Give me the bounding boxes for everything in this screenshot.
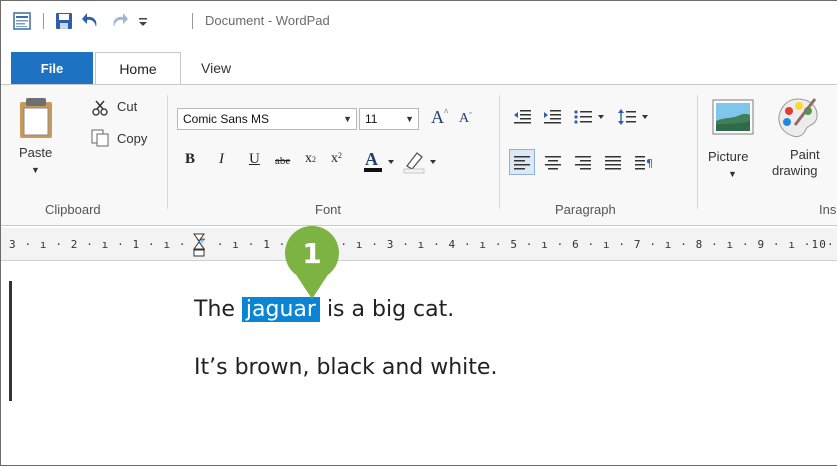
- svg-text:A: A: [365, 149, 378, 169]
- picture-button-label[interactable]: Picture: [708, 149, 748, 164]
- title-separator: [192, 13, 193, 29]
- tab-home[interactable]: Home: [95, 52, 181, 85]
- font-group-label: Font: [315, 202, 342, 217]
- font-family-select[interactable]: Comic Sans MS ▼: [177, 108, 357, 130]
- customize-toolbar-icon[interactable]: [137, 11, 149, 31]
- wordpad-app-icon[interactable]: [13, 11, 31, 31]
- bold-icon[interactable]: B: [185, 151, 195, 168]
- increase-indent-icon[interactable]: [541, 107, 563, 127]
- paragraph-group-label: Paragraph: [555, 202, 616, 217]
- paint-palette-icon[interactable]: [775, 95, 821, 141]
- decrease-indent-icon[interactable]: [511, 107, 533, 127]
- highlight-color-icon[interactable]: [403, 149, 443, 175]
- undo-icon[interactable]: [81, 11, 101, 31]
- margin-bar: [9, 281, 12, 401]
- grow-font-icon[interactable]: A^: [431, 107, 448, 128]
- ruler[interactable]: 3 · ı · 2 · ı · 1 · ı · ⌛ · ı · 1 · ı · …: [1, 228, 837, 261]
- redo-icon[interactable]: [109, 11, 129, 31]
- font-color-icon[interactable]: A: [363, 149, 399, 175]
- font-size-select[interactable]: 11 ▼: [359, 108, 419, 130]
- save-icon[interactable]: [55, 11, 73, 31]
- chevron-down-icon: ▼: [343, 114, 352, 124]
- group-divider: [167, 95, 168, 209]
- group-divider: [697, 95, 698, 209]
- ribbon: Paste ▼ Cut Copy Clipboard Comic Sans MS…: [1, 84, 837, 226]
- doc-line-2[interactable]: It’s brown, black and white.: [194, 355, 497, 380]
- ruler-scale: 3 · ı · 2 · ı · 1 · ı · ⌛ · ı · 1 · ı · …: [9, 238, 837, 251]
- ribbon-tabs: File Home View: [1, 48, 837, 85]
- insert-group-label: Ins: [819, 202, 837, 217]
- scissors-icon[interactable]: [91, 99, 109, 117]
- bullet-list-icon[interactable]: [573, 107, 609, 127]
- title-bar: Document - WordPad: [1, 1, 837, 41]
- window-title: Document - WordPad: [205, 13, 330, 28]
- group-divider: [499, 95, 500, 209]
- paste-dropdown-icon[interactable]: ▼: [31, 165, 40, 175]
- paint-drawing-label-line1[interactable]: Paint: [790, 147, 820, 162]
- picture-icon[interactable]: [711, 97, 755, 137]
- clipboard-group-label: Clipboard: [45, 202, 101, 217]
- indent-marker-icon[interactable]: [191, 232, 207, 258]
- tab-file[interactable]: File: [11, 52, 93, 84]
- align-center-icon[interactable]: [541, 151, 565, 173]
- paste-button-label[interactable]: Paste: [19, 145, 52, 160]
- font-size-value: 11: [365, 112, 378, 126]
- superscript-icon[interactable]: x2: [331, 151, 342, 167]
- font-family-value: Comic Sans MS: [183, 112, 270, 126]
- cut-button[interactable]: Cut: [117, 99, 137, 114]
- tab-view[interactable]: View: [201, 52, 231, 84]
- paragraph-settings-icon[interactable]: ¶: [631, 151, 655, 173]
- qa-separator: [43, 13, 44, 29]
- text-before-selection: The: [194, 297, 242, 322]
- picture-dropdown-icon[interactable]: ▼: [728, 169, 737, 179]
- step-number: 1: [302, 237, 321, 270]
- strikethrough-icon[interactable]: abe: [275, 155, 290, 167]
- step-callout: 1: [277, 217, 347, 307]
- underline-icon[interactable]: U: [249, 151, 260, 168]
- italic-icon[interactable]: I: [219, 151, 224, 168]
- paint-drawing-label-line2[interactable]: drawing: [772, 163, 818, 178]
- paste-icon[interactable]: [15, 95, 57, 141]
- copy-button[interactable]: Copy: [117, 131, 147, 146]
- line-spacing-icon[interactable]: [617, 107, 653, 127]
- copy-icon[interactable]: [91, 129, 109, 147]
- shrink-font-icon[interactable]: Aˇ: [459, 111, 472, 127]
- align-right-icon[interactable]: [571, 151, 595, 173]
- chevron-down-icon: ▼: [405, 114, 414, 124]
- svg-text:¶: ¶: [646, 157, 652, 170]
- justify-icon[interactable]: [601, 151, 625, 173]
- document-area[interactable]: The jaguar is a big cat. It’s brown, bla…: [1, 261, 837, 465]
- subscript-icon[interactable]: x2: [305, 151, 316, 167]
- align-left-icon[interactable]: [509, 149, 535, 175]
- wordpad-window: Document - WordPad File Home View Paste …: [0, 0, 837, 466]
